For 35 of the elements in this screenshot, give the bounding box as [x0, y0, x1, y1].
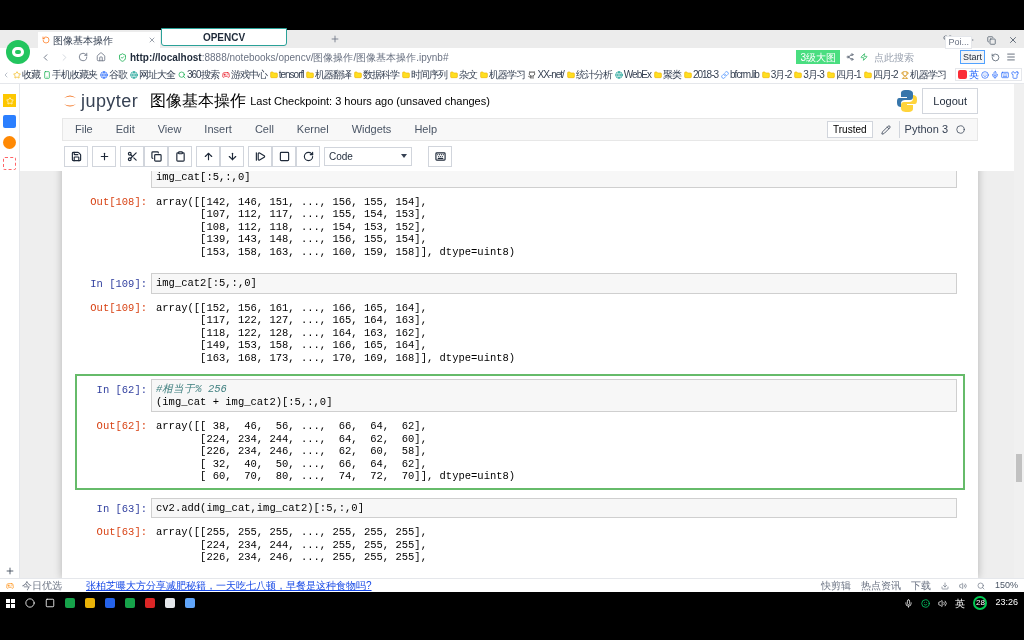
code-line: cv2.add(img_cat,img_cat2)[:5,:,0]: [156, 501, 365, 514]
input-prompt: In [62]:: [96, 384, 147, 396]
tab-title: 图像基本操作: [53, 33, 114, 48]
code-comment: #相当于% 256: [156, 383, 228, 396]
input-prompt: In [63]:: [96, 502, 147, 515]
output-prompt: Out[108]:: [89, 195, 148, 208]
output-line: [163, 168, 173, ..., 170, 169, 168]], dtype=uint8): [199, 351, 517, 364]
output-line: [117, 122, 127, ..., 165, 164, 163],: [199, 314, 428, 327]
output-line: [139, 143, 148, ..., 156, 155, 154],: [199, 233, 428, 246]
output-line: [149, 153, 158, ..., 166, 165, 164],: [199, 339, 428, 352]
checkpoint-text: Last Checkpoint: 3 hours ago (unsaved changes): [250, 93, 490, 109]
output-line: [107, 112, 117, ..., 155, 154, 153],: [199, 208, 428, 221]
code-line: img_cat2[:5,:,0]: [156, 277, 258, 290]
input-prompt: In [109]:: [90, 278, 147, 290]
output-line: [224, 234, 244, ..., 64, 62, 60],: [199, 432, 428, 445]
output-line: array([[152, 156, 161, ..., 166, 165, 164],: [156, 301, 428, 314]
output-line: [224, 234, 244, ..., 255, 255, 255],: [199, 538, 428, 551]
output-line: [ 32, 40, 50, ..., 66, 64, 62],: [199, 457, 428, 470]
tooltip: Poi...: [945, 36, 972, 49]
output-line: array([[ 38, 46, 56, ..., 66, 64, 62],: [156, 420, 428, 433]
output-line: [ 60, 70, 80, ..., 74, 72, 70]], dtype=uint8): [199, 470, 517, 483]
output-line: array([[255, 255, 255, ..., 255, 255, 255],: [156, 526, 428, 539]
output-line: [226, 234, 246, ..., 62, 60, 58],: [199, 445, 428, 458]
output-prompt: Out[62]:: [95, 420, 148, 433]
output-line: array([[142, 146, 151, ..., 156, 155, 154],: [156, 195, 428, 208]
code-line: (img_cat + img_cat2)[:5,:,0]: [156, 395, 334, 408]
output-line: [118, 122, 128, ..., 164, 163, 162],: [199, 326, 428, 339]
output-prompt: Out[109]:: [89, 301, 148, 314]
code-line: img_cat[:5,:,0]: [156, 171, 252, 184]
overlay-label: OPENCV: [161, 28, 287, 46]
output-line: [108, 112, 118, ..., 154, 153, 152],: [199, 220, 428, 233]
output-line: [226, 234, 246, ..., 255, 255, 255],: [199, 551, 428, 564]
output-prompt: Out[63]:: [95, 526, 148, 539]
output-line: [153, 158, 163, ..., 160, 159, 158]], dtype=uint8): [199, 245, 517, 258]
kernel-name: Python 3: [898, 121, 948, 138]
